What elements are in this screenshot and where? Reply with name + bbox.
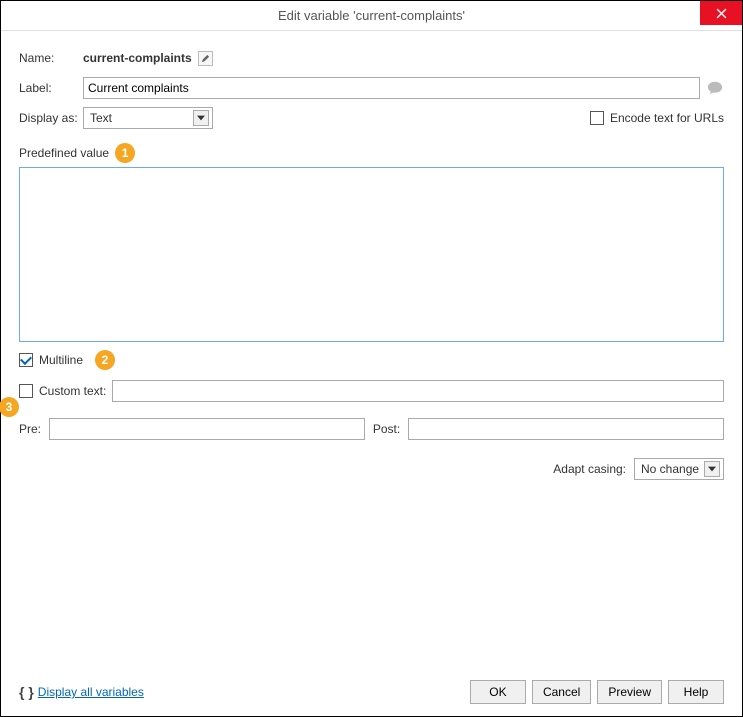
- display-all-variables-link[interactable]: Display all variables: [38, 685, 144, 699]
- close-button[interactable]: [700, 1, 742, 25]
- encode-group: Encode text for URLs: [590, 111, 724, 125]
- encode-label: Encode text for URLs: [610, 111, 724, 125]
- pencil-icon: [201, 54, 210, 63]
- label-row: Label:: [19, 77, 724, 99]
- post-input[interactable]: [408, 418, 724, 440]
- custom-text-label: Custom text:: [39, 384, 106, 398]
- pre-post-row: Pre: Post:: [19, 418, 724, 440]
- titlebar: Edit variable 'current-complaints': [1, 1, 742, 31]
- adapt-casing-label: Adapt casing:: [553, 462, 626, 476]
- annotation-badge-2: 2: [95, 350, 115, 370]
- label-label: Label:: [19, 81, 83, 95]
- chevron-down-icon: [193, 110, 209, 126]
- comment-icon[interactable]: [706, 79, 724, 97]
- encode-checkbox[interactable]: [590, 111, 604, 125]
- adapt-casing-select[interactable]: No change: [634, 458, 724, 480]
- annotation-badge-3: 3: [0, 397, 19, 417]
- display-as-label: Display as:: [19, 111, 83, 125]
- custom-text-input[interactable]: [112, 380, 724, 402]
- predefined-label-row: Predefined value 1: [19, 143, 724, 163]
- adapt-casing-value: No change: [641, 462, 699, 476]
- braces-icon: { }: [19, 684, 34, 700]
- dialog-content: Name: current-complaints Label: Display …: [1, 31, 742, 716]
- pre-label: Pre:: [19, 422, 41, 436]
- cancel-button[interactable]: Cancel: [532, 680, 591, 704]
- name-label: Name:: [19, 51, 83, 65]
- multiline-checkbox[interactable]: [19, 353, 33, 367]
- display-as-select[interactable]: Text: [83, 107, 213, 129]
- annotation-badge-1: 1: [115, 143, 135, 163]
- preview-button[interactable]: Preview: [597, 680, 662, 704]
- dialog-title: Edit variable 'current-complaints': [278, 8, 465, 23]
- label-input[interactable]: [83, 77, 700, 99]
- dialog-window: Edit variable 'current-complaints' Name:…: [0, 0, 743, 717]
- display-as-value: Text: [90, 111, 112, 125]
- edit-name-button[interactable]: [198, 51, 213, 66]
- custom-text-checkbox[interactable]: [19, 384, 33, 398]
- footer: { } Display all variables OK Cancel Prev…: [19, 672, 724, 704]
- post-label: Post:: [373, 422, 400, 436]
- display-as-row: Display as: Text Encode text for URLs: [19, 107, 724, 129]
- predefined-value-textarea[interactable]: [19, 167, 724, 342]
- adapt-casing-row: Adapt casing: No change: [19, 458, 724, 480]
- multiline-row: Multiline 2: [19, 350, 724, 370]
- name-row: Name: current-complaints: [19, 47, 724, 69]
- pre-input[interactable]: [49, 418, 365, 440]
- help-button[interactable]: Help: [668, 680, 724, 704]
- predefined-label: Predefined value: [19, 146, 109, 160]
- chevron-down-icon: [704, 461, 720, 477]
- multiline-label: Multiline: [39, 353, 83, 367]
- custom-text-row: Custom text:: [19, 380, 724, 402]
- button-bar: OK Cancel Preview Help: [470, 680, 724, 704]
- close-icon: [716, 8, 727, 19]
- name-value: current-complaints: [83, 51, 192, 65]
- ok-button[interactable]: OK: [470, 680, 526, 704]
